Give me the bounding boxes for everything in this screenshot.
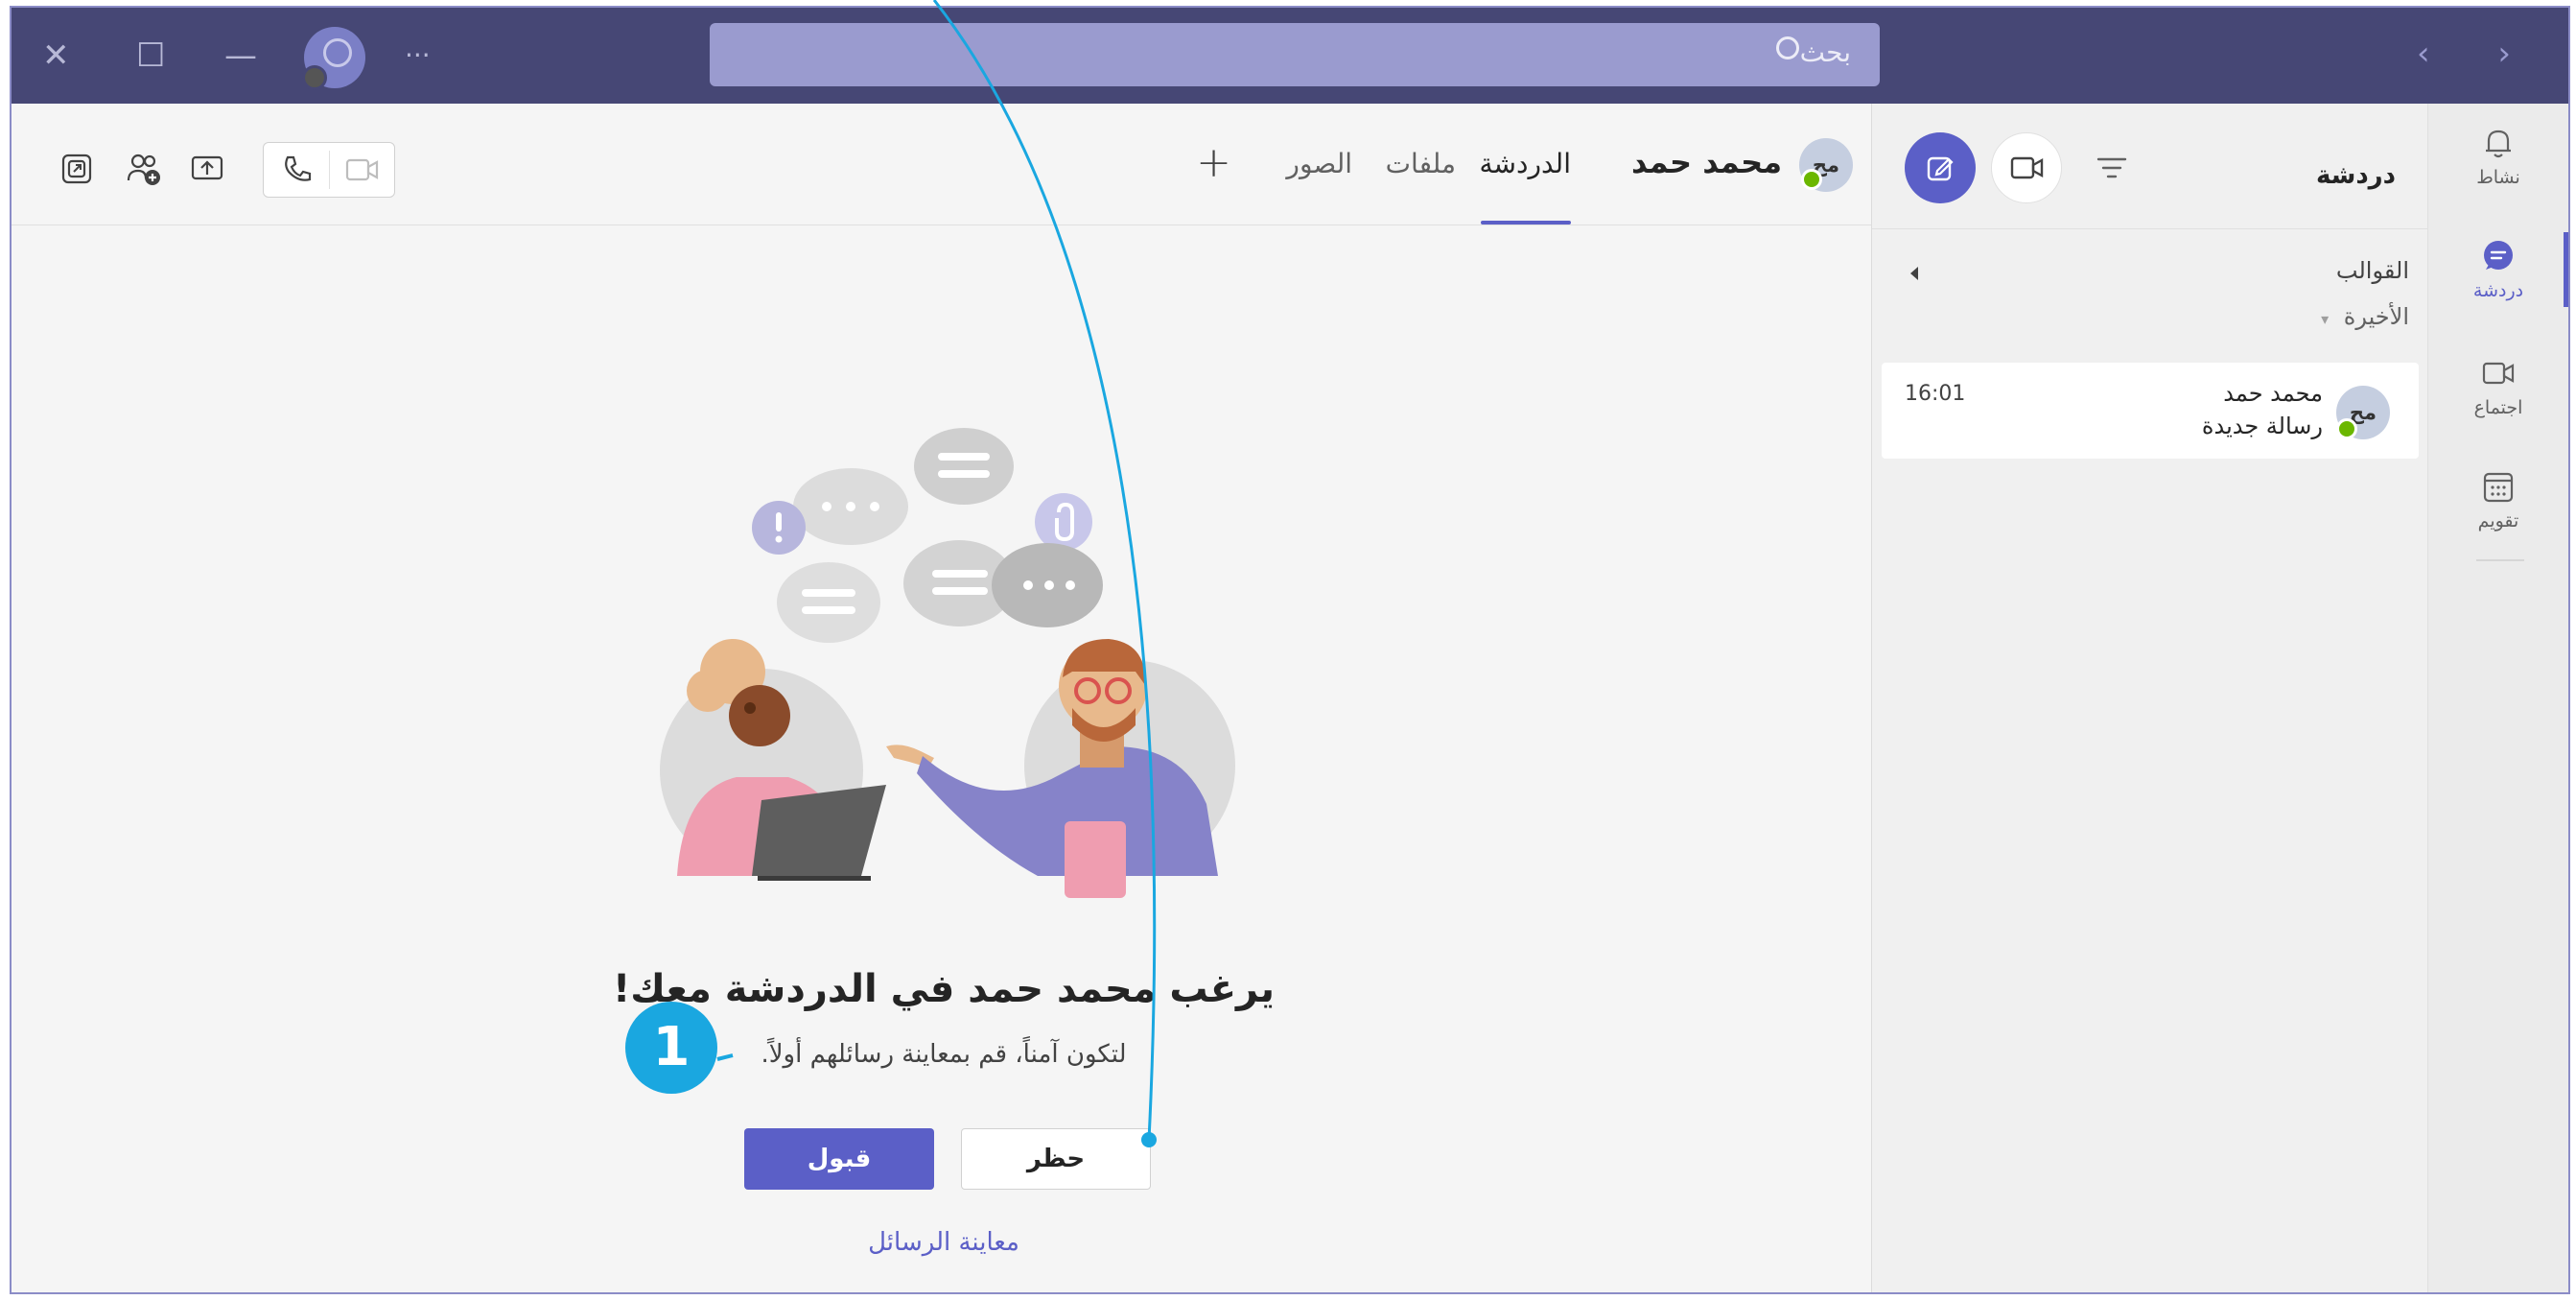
close-window-icon[interactable]: ✕ xyxy=(42,36,70,75)
share-screen-icon[interactable] xyxy=(188,150,226,188)
bell-icon xyxy=(2486,130,2511,158)
rail-label-calendar: تقويم xyxy=(2477,510,2519,532)
chat-icon xyxy=(2484,241,2513,270)
rail-item-chat[interactable]: دردشة xyxy=(2428,232,2568,307)
chat-invite-illustration xyxy=(660,428,1235,898)
chat-item-avatar: مح xyxy=(2336,386,2390,439)
video-icon xyxy=(2010,156,2044,179)
conversation-pane: مح محمد حمد الدردشة ملفات الصور + يرغب م… xyxy=(12,104,1876,1292)
chat-list-title: دردشة xyxy=(2316,161,2396,190)
rail-divider xyxy=(2476,559,2524,561)
teams-window: ✕ ☐ — ··· بحث ‹ › مح محمد حمد الدردشة مل… xyxy=(10,6,2570,1294)
tab-files[interactable]: ملفات xyxy=(1386,148,1456,179)
calendar-icon xyxy=(2483,472,2514,503)
rail-label-activity: نشاط xyxy=(2476,167,2520,188)
preview-messages-link[interactable]: معاينة الرسائل xyxy=(12,1228,1876,1257)
profile-avatar[interactable] xyxy=(302,27,365,90)
compose-icon xyxy=(1927,156,1954,181)
contact-name: محمد حمد xyxy=(1631,144,1782,180)
invite-subtitle: لتكون آمناً، قم بمعاينة رسائلهم أولاً. xyxy=(761,1040,1127,1069)
tab-chat[interactable]: الدردشة xyxy=(1480,148,1571,179)
back-forward-icon[interactable]: ‹ › xyxy=(2417,35,2540,73)
man-figure xyxy=(886,639,1235,898)
presence-available-icon xyxy=(2336,418,2357,439)
rail-item-meetings[interactable]: اجتماع xyxy=(2428,355,2568,418)
templates-section[interactable]: القوالب xyxy=(2336,257,2409,284)
app-rail: نشاط دردشة اجتماع تقويم xyxy=(2427,104,2568,1292)
speech-bubbles xyxy=(752,428,1103,643)
accept-button[interactable]: قبول xyxy=(744,1128,934,1190)
woman-figure xyxy=(660,639,886,881)
filter-icon[interactable] xyxy=(2093,152,2131,184)
block-button[interactable]: حظر xyxy=(961,1128,1151,1190)
minimize-window-icon[interactable]: — xyxy=(224,36,257,75)
add-people-icon[interactable] xyxy=(125,150,163,188)
active-tab-indicator xyxy=(1481,221,1571,225)
search-icon xyxy=(1776,36,1799,59)
divider xyxy=(1872,228,2428,229)
presence-available-icon xyxy=(1801,169,1822,190)
recent-section[interactable]: الأخيرة ▾ xyxy=(2321,303,2409,330)
add-tab-button[interactable]: + xyxy=(1196,138,1231,187)
pop-out-icon[interactable] xyxy=(58,150,96,188)
presence-indicator xyxy=(302,65,327,90)
audio-call-icon[interactable] xyxy=(279,153,314,187)
rail-item-calendar[interactable]: تقويم xyxy=(2428,468,2568,532)
chat-list-item[interactable]: مح محمد حمد رسالة جديدة 16:01 xyxy=(1882,363,2419,459)
chat-item-time: 16:01 xyxy=(1905,382,1966,406)
search-input[interactable]: بحث xyxy=(710,23,1880,86)
search-placeholder: بحث xyxy=(1799,36,1851,68)
recent-label: الأخيرة xyxy=(2343,303,2409,330)
step-number-badge: 1 xyxy=(625,1002,717,1094)
chat-item-preview: رسالة جديدة xyxy=(2201,413,2323,439)
collapse-panel-icon[interactable] xyxy=(1910,267,1918,280)
title-bar: ✕ ☐ — ··· بحث ‹ › xyxy=(12,8,2568,104)
contact-avatar[interactable]: مح xyxy=(1799,138,1853,192)
separator xyxy=(329,151,330,189)
call-buttons xyxy=(263,142,395,198)
maximize-window-icon[interactable]: ☐ xyxy=(136,36,165,75)
rail-label-chat: دردشة xyxy=(2472,280,2524,301)
tab-photos[interactable]: الصور xyxy=(1286,148,1352,179)
new-chat-button[interactable] xyxy=(1905,132,1976,203)
conversation-header: مح محمد حمد الدردشة ملفات الصور + xyxy=(12,104,1876,225)
more-options-icon[interactable]: ··· xyxy=(405,36,431,75)
meet-now-button[interactable] xyxy=(1991,132,2062,203)
invite-title: يرغب محمد حمد في الدردشة معك! xyxy=(613,967,1275,1011)
video-icon xyxy=(2482,362,2515,385)
rail-label-meetings: اجتماع xyxy=(2473,397,2523,418)
chat-item-name: محمد حمد xyxy=(2223,380,2323,407)
chevron-down-icon: ▾ xyxy=(2321,310,2330,328)
rail-item-activity[interactable]: نشاط xyxy=(2428,125,2568,188)
chat-list-pane: دردشة القوالب الأخيرة ▾ مح محمد حمد رسال… xyxy=(1871,104,2428,1292)
video-call-icon[interactable] xyxy=(344,154,381,185)
